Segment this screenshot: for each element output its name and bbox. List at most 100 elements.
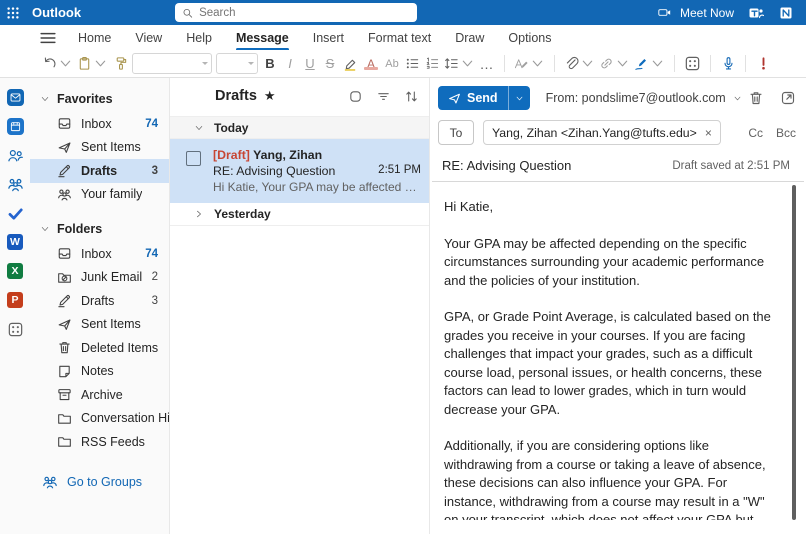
folder-deleted-items[interactable]: Deleted Items bbox=[30, 336, 169, 360]
rail-people-button[interactable] bbox=[6, 146, 24, 164]
tab-help[interactable]: Help bbox=[176, 27, 222, 49]
rail-calendar-button[interactable] bbox=[6, 117, 24, 135]
rail-more-apps-button[interactable] bbox=[6, 320, 24, 338]
favorite-your-family[interactable]: Your family bbox=[30, 183, 169, 207]
chevron-down-icon bbox=[93, 56, 108, 71]
chevron-down-icon bbox=[58, 56, 73, 71]
word-icon: W bbox=[7, 234, 23, 250]
rail-mail-button[interactable] bbox=[6, 88, 24, 106]
tab-home[interactable]: Home bbox=[68, 27, 121, 49]
strikethrough-button[interactable]: S bbox=[320, 56, 340, 71]
paste-button[interactable] bbox=[75, 53, 110, 75]
rail-powerpoint-button[interactable]: P bbox=[6, 291, 24, 309]
hamburger-menu-icon[interactable] bbox=[38, 28, 58, 48]
signature-button[interactable] bbox=[632, 53, 667, 75]
message-checkbox[interactable] bbox=[186, 151, 201, 166]
font-size-select[interactable] bbox=[216, 53, 258, 74]
undo-button[interactable] bbox=[40, 53, 75, 75]
attach-file-button[interactable] bbox=[562, 53, 597, 75]
subject-input[interactable]: RE: Advising Question bbox=[442, 158, 571, 173]
font-name-select[interactable] bbox=[132, 53, 212, 74]
folder-notes[interactable]: Notes bbox=[30, 360, 169, 384]
onenote-icon[interactable] bbox=[778, 5, 794, 21]
discard-draft-icon[interactable] bbox=[748, 90, 764, 106]
open-in-new-window-icon[interactable] bbox=[780, 90, 796, 106]
favorite-sent-items[interactable]: Sent Items bbox=[30, 136, 169, 160]
to-button[interactable]: To bbox=[438, 120, 474, 145]
apps-grid-icon bbox=[7, 321, 24, 338]
favorites-title: Favorites bbox=[57, 92, 113, 106]
dictate-button[interactable] bbox=[718, 53, 738, 75]
line-spacing-button[interactable] bbox=[442, 53, 477, 75]
signature-pen-icon bbox=[634, 56, 649, 71]
favorite-inbox[interactable]: Inbox 74 bbox=[30, 112, 169, 136]
chevron-down-icon bbox=[40, 94, 50, 104]
send-button[interactable]: Send bbox=[438, 86, 530, 110]
message-body-editor[interactable]: Hi Katie, Your GPA may be affected depen… bbox=[430, 182, 802, 520]
highlight-button[interactable] bbox=[340, 53, 360, 75]
folder-sent-items[interactable]: Sent Items bbox=[30, 313, 169, 337]
note-icon bbox=[57, 364, 72, 379]
more-formatting-button[interactable]: … bbox=[477, 53, 497, 75]
formatting-toolbar: B I U S A Ab … bbox=[0, 50, 806, 78]
filter-icon[interactable] bbox=[376, 89, 391, 104]
teams-icon[interactable] bbox=[748, 5, 764, 21]
trash-icon bbox=[57, 340, 72, 355]
favorite-drafts-selected[interactable]: Drafts 3 bbox=[30, 159, 169, 183]
tab-options[interactable]: Options bbox=[498, 27, 561, 49]
folder-conversation-history[interactable]: Conversation Histo... bbox=[30, 407, 169, 431]
tab-draw[interactable]: Draw bbox=[445, 27, 494, 49]
apps-button[interactable] bbox=[682, 53, 703, 75]
sort-icon[interactable] bbox=[404, 89, 419, 104]
folder-inbox[interactable]: Inbox 74 bbox=[30, 242, 169, 266]
font-color-icon: A bbox=[362, 57, 380, 71]
go-to-groups-link[interactable]: Go to Groups bbox=[30, 474, 169, 490]
folders-header[interactable]: Folders bbox=[30, 216, 169, 242]
clear-formatting-button[interactable]: Ab bbox=[382, 53, 402, 75]
importance-icon bbox=[756, 56, 771, 71]
paper-plane-icon bbox=[57, 317, 72, 332]
insert-link-button[interactable] bbox=[597, 53, 632, 75]
from-selector[interactable]: From: pondslime7@outlook.com bbox=[546, 91, 742, 105]
pencil-icon bbox=[57, 293, 72, 308]
tab-view[interactable]: View bbox=[125, 27, 172, 49]
folder-rss-feeds[interactable]: RSS Feeds bbox=[30, 430, 169, 454]
favorite-star-icon[interactable]: ★ bbox=[264, 88, 276, 104]
bullet-list-button[interactable] bbox=[402, 53, 422, 75]
rail-groups-button[interactable] bbox=[6, 175, 24, 193]
app-launcher-button[interactable] bbox=[0, 0, 25, 25]
send-options-dropdown[interactable] bbox=[507, 86, 530, 110]
bcc-button[interactable]: Bcc bbox=[776, 126, 796, 140]
draft-flag: [Draft] bbox=[213, 148, 250, 162]
search-bar[interactable] bbox=[175, 3, 417, 22]
bold-button[interactable]: B bbox=[260, 56, 280, 71]
numbered-list-button[interactable] bbox=[422, 53, 442, 75]
format-painter-button[interactable] bbox=[110, 53, 130, 75]
font-color-button[interactable]: A bbox=[360, 53, 382, 75]
draft-message-row[interactable]: [Draft] Yang, Zihan RE: Advising Questio… bbox=[170, 139, 429, 203]
folder-junk-email[interactable]: Junk Email 2 bbox=[30, 266, 169, 290]
tab-format-text[interactable]: Format text bbox=[358, 27, 441, 49]
search-input[interactable] bbox=[199, 6, 410, 19]
meet-now-button[interactable]: Meet Now bbox=[656, 6, 734, 20]
group-today[interactable]: Today bbox=[170, 116, 429, 139]
styles-button[interactable] bbox=[512, 53, 547, 75]
remove-recipient-icon[interactable]: × bbox=[705, 126, 712, 140]
bullet-list-icon bbox=[405, 56, 420, 71]
folder-drafts[interactable]: Drafts 3 bbox=[30, 289, 169, 313]
rail-todo-button[interactable] bbox=[6, 204, 24, 222]
body-scrollbar[interactable] bbox=[792, 185, 796, 520]
favorites-header[interactable]: Favorites bbox=[30, 86, 169, 112]
tab-message[interactable]: Message bbox=[226, 27, 299, 51]
tab-insert[interactable]: Insert bbox=[303, 27, 354, 49]
folder-archive[interactable]: Archive bbox=[30, 383, 169, 407]
select-all-icon[interactable] bbox=[348, 89, 363, 104]
rail-word-button[interactable]: W bbox=[6, 233, 24, 251]
group-yesterday[interactable]: Yesterday bbox=[170, 203, 429, 226]
cc-button[interactable]: Cc bbox=[748, 126, 763, 140]
recipient-pill[interactable]: Yang, Zihan <Zihan.Yang@tufts.edu> × bbox=[483, 120, 721, 145]
underline-button[interactable]: U bbox=[300, 56, 320, 71]
rail-excel-button[interactable]: X bbox=[6, 262, 24, 280]
italic-button[interactable]: I bbox=[280, 56, 300, 71]
importance-button[interactable] bbox=[753, 53, 773, 75]
